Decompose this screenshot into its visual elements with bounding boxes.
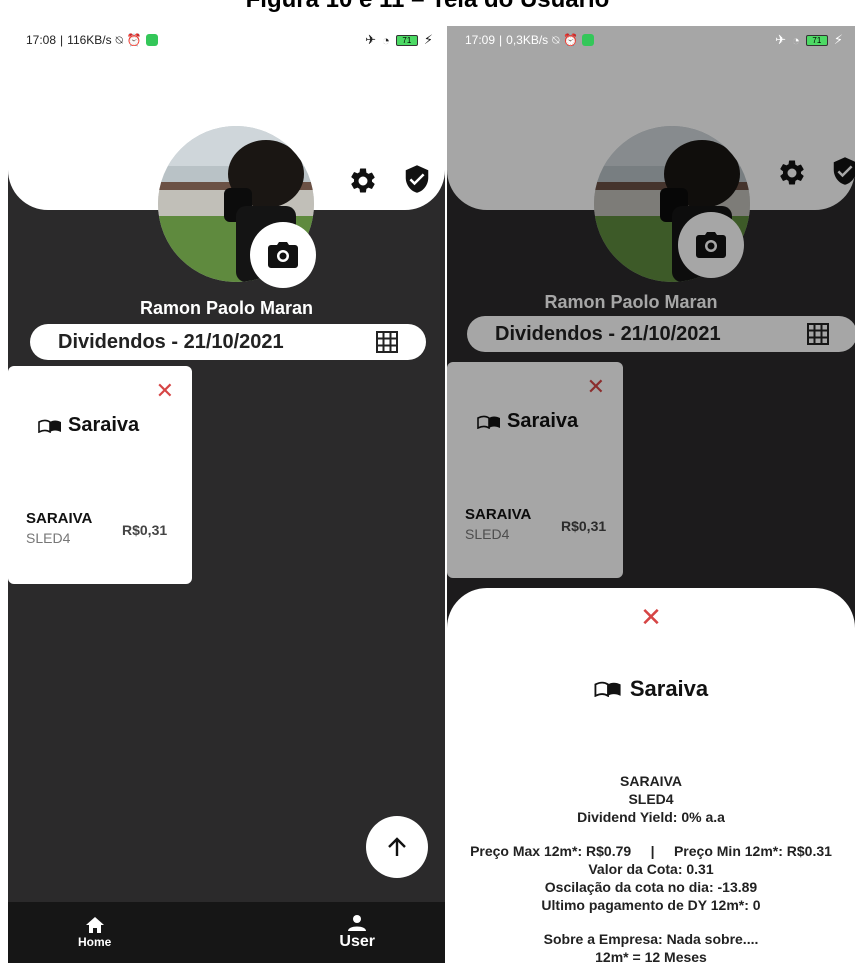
alarm-icon: ⏰: [563, 33, 579, 47]
detail-ticker: SLED4: [628, 791, 674, 807]
company-logo: Saraiva: [447, 676, 855, 702]
arrow-up-icon: [388, 837, 406, 856]
verified-shield-icon[interactable]: [402, 164, 432, 194]
detail-footnote: 12m* = 12 Meses: [595, 949, 707, 963]
app-notification-icon: [145, 34, 158, 46]
status-bar: 17:08 | 116KB/s ⍉ ⏰ ✈ ◔ 71 ⚡: [26, 32, 433, 48]
status-time: 17:08: [26, 33, 57, 47]
stock-ticker: SLED4: [26, 530, 71, 546]
charging-icon: ⚡: [423, 32, 433, 47]
detail-price-range: Preço Max 12m*: R$0.79 | Preço Min 12m*:…: [470, 843, 832, 859]
user-screen: 17:08 | 116KB/s ⍉ ⏰ ✈ ◔ 71 ⚡ Ramon Paolo…: [8, 26, 445, 963]
bottom-nav: Home User: [8, 902, 445, 963]
detail-share-value: Valor da Cota: 0.31: [588, 861, 714, 877]
charging-icon: ⚡: [833, 32, 843, 47]
nav-home[interactable]: Home: [78, 916, 111, 949]
mute-icon: ⍉: [115, 32, 123, 47]
wifi-icon: ◔: [382, 32, 390, 48]
book-icon: [594, 681, 621, 697]
book-icon: [38, 419, 61, 433]
camera-icon: [268, 242, 298, 268]
battery-icon: 71: [395, 34, 418, 46]
home-icon: [85, 916, 104, 933]
close-sheet-button[interactable]: ✕: [447, 602, 855, 633]
airplane-icon: ✈: [775, 32, 786, 47]
gear-icon[interactable]: [348, 166, 378, 196]
battery-icon: 71: [805, 34, 828, 46]
user-name: Ramon Paolo Maran: [139, 298, 314, 318]
dividend-date-selector[interactable]: Dividendos - 21/10/2021: [30, 324, 426, 360]
mute-icon: ⍉: [552, 32, 560, 47]
detail-last-payment: Ultimo pagamento de DY 12m*: 0: [541, 897, 761, 913]
remove-stock-button[interactable]: ✕: [156, 380, 174, 402]
detail-dividend-yield: Dividend Yield: 0% a.a: [577, 809, 725, 825]
detail-daily-oscillation: Oscilação da cota no dia: -13.89: [544, 879, 758, 895]
status-bar: 17:09 | 0,3KB/s ⍉ ⏰ ✈ ◔ 71 ⚡: [465, 32, 843, 48]
figure-title: Figura 10 e 11 – Tela do Usuário: [0, 0, 855, 14]
stock-card[interactable]: ✕ Saraiva SARAIVA SLED4 R$0,31: [8, 366, 192, 584]
detail-about: Sobre a Empresa: Nada sobre....: [543, 931, 759, 947]
change-photo-button[interactable]: [250, 222, 316, 288]
alarm-icon: ⏰: [126, 33, 142, 47]
stock-price: R$0,31: [122, 522, 168, 538]
status-net-speed: 116KB/s: [67, 33, 112, 47]
dividend-date-label: Dividendos - 21/10/2021: [58, 330, 284, 353]
user-icon: [348, 914, 367, 931]
detail-name: SARAIVA: [620, 773, 682, 789]
scroll-top-button[interactable]: [366, 816, 428, 878]
app-notification-icon: [582, 34, 595, 46]
status-time: 17:09: [465, 33, 496, 47]
calendar-grid-icon[interactable]: [376, 331, 398, 353]
stock-name: SARAIVA: [26, 510, 93, 527]
stock-details: SARAIVA SLED4 Dividend Yield: 0% a.a Pre…: [447, 772, 855, 963]
nav-user[interactable]: User: [339, 914, 375, 951]
stock-detail-sheet: ✕ Saraiva SARAIVA SLED4 Dividend Yield: …: [447, 588, 855, 963]
status-net-speed: 0,3KB/s: [506, 33, 549, 47]
user-screen-detail: 17:09 | 0,3KB/s ⍉ ⏰ ✈ ◔ 71 ⚡ Ramon Paolo…: [447, 26, 855, 963]
airplane-icon: ✈: [365, 32, 376, 47]
wifi-icon: ◔: [792, 32, 800, 48]
company-logo: Saraiva: [38, 414, 139, 437]
